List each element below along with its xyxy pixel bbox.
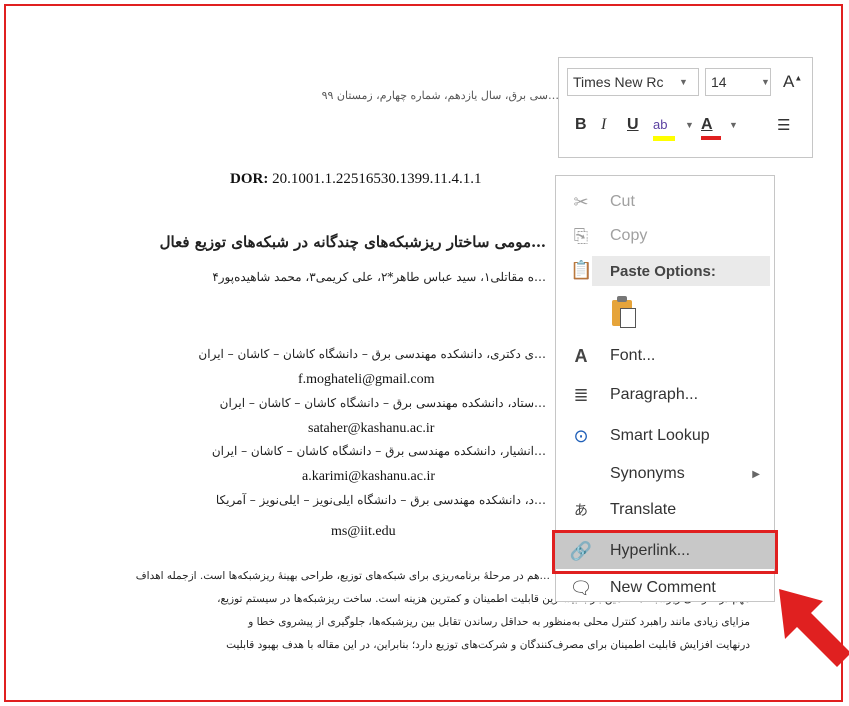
scissors-icon: ✂ — [573, 191, 589, 212]
font-color-icon: A — [701, 116, 713, 133]
menu-item-label: Smart Lookup — [610, 427, 710, 444]
affiliation-2: …ستاد، دانشکده مهندسی برق – دانشگاه کاشا… — [219, 396, 546, 410]
email-4: ms@iit.edu — [331, 524, 396, 539]
pointer-arrow-icon — [779, 589, 849, 667]
email-3: a.karimi@kashanu.ac.ir — [302, 469, 436, 484]
caret-up-icon: ▲ — [794, 73, 803, 83]
paragraph-icon: ≣ — [573, 384, 589, 405]
font-icon: A — [574, 345, 588, 366]
journal-header: …سی برق، سال یازدهم، شماره چهارم، زمستان… — [321, 89, 559, 102]
affiliation-3: …انشیار، دانشکده مهندسی برق – دانشگاه کا… — [211, 444, 546, 458]
smart-lookup-icon: ⊙ — [573, 425, 589, 446]
hyperlink-highlight-box — [552, 530, 778, 574]
menu-item-label: Cut — [610, 193, 635, 210]
clipboard-clip — [617, 296, 627, 302]
paste-options-header: Paste Options: — [592, 256, 770, 286]
chevron-down-icon[interactable]: ▼ — [685, 120, 694, 130]
menu-item-font[interactable]: A Font... — [556, 338, 774, 374]
dor-value[interactable]: 20.1001.1.22516530.1399.11.4.1.1 — [272, 171, 481, 187]
affiliation-1: …ی دکتری، دانشکده مهندسی برق – دانشگاه ک… — [198, 347, 546, 361]
menu-item-label: Synonyms — [610, 465, 685, 482]
dor-line: DOR: 20.1001.1.22516530.1399.11.4.1.1 — [230, 171, 482, 188]
highlighter-icon: ab — [653, 117, 668, 132]
comment-icon: 🗨 — [569, 577, 593, 598]
font-size-value: 14 — [711, 74, 727, 90]
paste-keep-text-only-button[interactable] — [608, 294, 638, 328]
abstract-line: درنهایت افزایش قابلیت اطمینان برای مصرف‌… — [226, 639, 750, 651]
copy-icon: ⎘ — [573, 225, 589, 246]
menu-item-label: New Comment — [610, 579, 716, 596]
font-color-swatch — [701, 136, 721, 140]
paper-title: …مومی ساختار ریزشبکه‌های چندگانه در شبکه… — [159, 233, 546, 251]
menu-item-new-comment[interactable]: 🗨 New Comment — [556, 570, 774, 606]
translate-icon: あ — [574, 502, 588, 518]
font-name-combobox[interactable]: Times New Rc ▼ — [567, 68, 699, 96]
menu-item-label: Copy — [610, 227, 648, 244]
paper-authors: …ه مقاتلی۱، سید عباس طاهر*۲، علی کریمی۳،… — [212, 270, 546, 284]
affiliation-4: …د، دانشکده مهندسی برق – دانشگاه ایلی‌نو… — [215, 493, 546, 507]
underline-button[interactable]: U — [627, 116, 639, 134]
grow-font-button[interactable]: A▲ — [783, 72, 802, 92]
abstract-line: مزایای زیادی مانند راهبرد کنترل محلی به‌… — [248, 616, 750, 628]
bullets-icon: ☰ — [777, 117, 791, 134]
italic-button[interactable]: I — [601, 116, 606, 134]
menu-item-label: Font... — [610, 347, 656, 364]
font-size-combobox[interactable]: 14 ▼ — [705, 68, 771, 96]
email-1: f.moghateli@gmail.com — [298, 372, 435, 387]
paste-icon: 📋 — [570, 260, 593, 280]
bold-button[interactable]: B — [575, 116, 587, 134]
menu-item-cut[interactable]: ✂ Cut — [556, 184, 774, 220]
highlight-color-swatch — [653, 136, 675, 141]
bullets-button[interactable]: ☰ — [777, 116, 790, 134]
menu-item-label: Paragraph... — [610, 386, 699, 403]
page-icon — [620, 308, 636, 328]
chevron-down-icon[interactable]: ▼ — [679, 77, 688, 87]
grow-font-icon: A — [783, 72, 795, 91]
chevron-right-icon: ▶ — [752, 468, 760, 480]
chevron-down-icon[interactable]: ▼ — [761, 77, 770, 87]
dor-label: DOR: — [230, 171, 269, 187]
menu-item-copy[interactable]: ⎘ Copy — [556, 218, 774, 254]
menu-item-synonyms[interactable]: Synonyms ▶ — [556, 456, 774, 492]
highlight-button[interactable]: ab — [653, 116, 681, 141]
font-color-button[interactable]: A — [701, 116, 729, 140]
mini-toolbar: Times New Rc ▼ 14 ▼ A▲ B I U ab ▼ A ▼ ☰ — [558, 57, 813, 158]
chevron-down-icon[interactable]: ▼ — [729, 120, 738, 130]
email-2: sataher@kashanu.ac.ir — [308, 421, 435, 436]
menu-item-smart-lookup[interactable]: ⊙ Smart Lookup — [556, 418, 774, 454]
menu-item-label: Translate — [610, 501, 677, 518]
menu-item-translate[interactable]: あ Translate — [556, 492, 774, 528]
font-name-value: Times New Rc — [573, 74, 664, 90]
menu-item-paragraph[interactable]: ≣ Paragraph... — [556, 377, 774, 413]
